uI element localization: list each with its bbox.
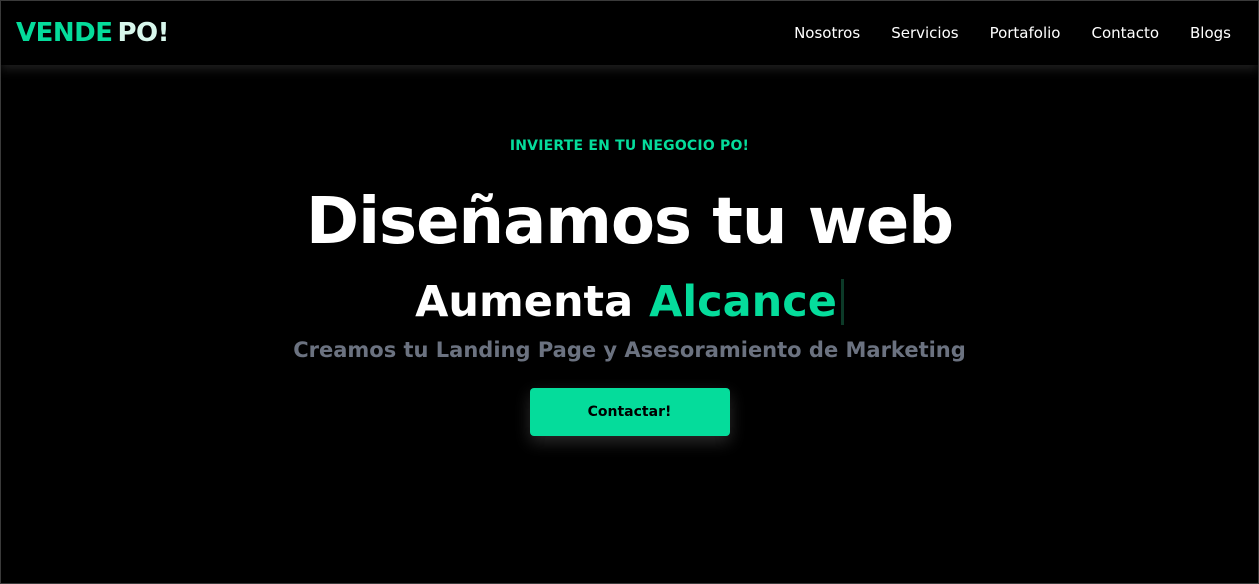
typing-dynamic-word: Alcance — [649, 277, 837, 327]
landing-page: VENDE PO! Nosotros Servicios Portafolio … — [0, 0, 1259, 584]
hero-typing-text: Aumenta Alcance — [415, 276, 844, 328]
brand-logo[interactable]: VENDE PO! — [16, 18, 170, 48]
nav-link-blogs[interactable]: Blogs — [1190, 24, 1231, 42]
hero-section: INVIERTE EN TU NEGOCIO PO! Diseñamos tu … — [1, 65, 1258, 584]
hero-eyebrow: INVIERTE EN TU NEGOCIO PO! — [509, 138, 750, 154]
nav-menu: Nosotros Servicios Portafolio Contacto B… — [794, 24, 1231, 42]
brand-logo-part2: PO! — [117, 18, 170, 48]
brand-logo-part1: VENDE — [16, 18, 113, 48]
nav-link-servicios[interactable]: Servicios — [891, 24, 958, 42]
hero-subheadline: Creamos tu Landing Page y Asesoramiento … — [293, 338, 966, 362]
contact-button[interactable]: Contactar! — [529, 388, 730, 436]
navbar: VENDE PO! Nosotros Servicios Portafolio … — [1, 1, 1258, 65]
nav-link-contacto[interactable]: Contacto — [1091, 24, 1159, 42]
typing-static-word: Aumenta — [415, 277, 634, 327]
hero-headline: Diseñamos tu web — [305, 185, 954, 259]
nav-link-portafolio[interactable]: Portafolio — [990, 24, 1061, 42]
typing-cursor — [840, 279, 844, 325]
nav-link-nosotros[interactable]: Nosotros — [794, 24, 860, 42]
